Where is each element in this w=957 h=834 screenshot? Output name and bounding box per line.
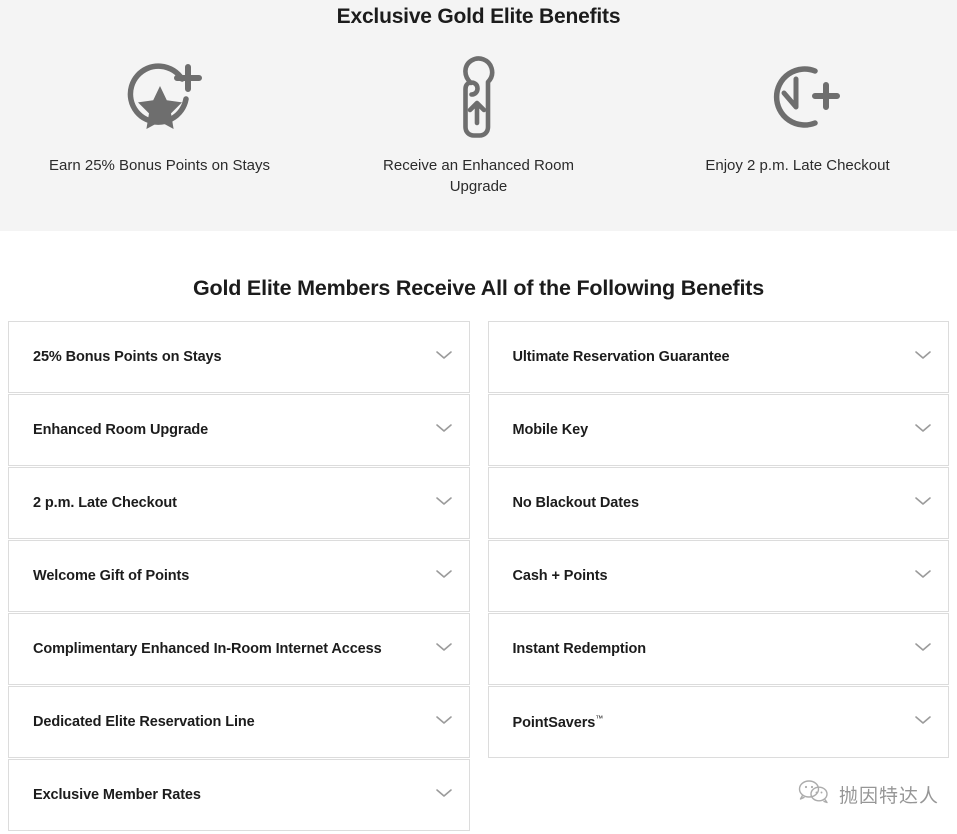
chevron-down-icon[interactable] xyxy=(435,640,453,658)
accordion-label: Complimentary Enhanced In-Room Internet … xyxy=(33,641,382,657)
accordion-label: Ultimate Reservation Guarantee xyxy=(512,349,730,365)
chevron-down-icon[interactable] xyxy=(914,713,932,731)
hero-highlight-bonus-points: Earn 25% Bonus Points on Stays xyxy=(0,53,319,197)
chevron-down-icon[interactable] xyxy=(914,640,932,658)
chevron-down-icon[interactable] xyxy=(435,348,453,366)
accordion-item-pointsavers[interactable]: PointSavers™ xyxy=(487,686,949,758)
chevron-down-icon[interactable] xyxy=(914,494,932,512)
hero-highlights: Earn 25% Bonus Points on Stays Receive a… xyxy=(0,53,957,197)
trademark-symbol: ™ xyxy=(595,713,604,723)
accordion-label: Instant Redemption xyxy=(512,641,647,657)
accordion-item-no-blackout-dates[interactable]: No Blackout Dates xyxy=(487,467,949,539)
benefits-page: Exclusive Gold Elite Benefits Earn 25% B… xyxy=(0,0,957,834)
chevron-down-icon[interactable] xyxy=(435,494,453,512)
star-circle-plus-icon xyxy=(116,53,204,141)
accordion-label: Cash + Points xyxy=(512,568,608,584)
accordion-item-internet-access[interactable]: Complimentary Enhanced In-Room Internet … xyxy=(8,613,470,685)
chevron-down-icon[interactable] xyxy=(435,713,453,731)
accordion-label: Welcome Gift of Points xyxy=(33,568,190,584)
benefits-column-right: Ultimate Reservation Guarantee Mobile Ke… xyxy=(487,321,949,831)
accordion-item-instant-redemption[interactable]: Instant Redemption xyxy=(487,613,949,685)
accordion-item-cash-plus-points[interactable]: Cash + Points xyxy=(487,540,949,612)
door-hanger-up-arrow-icon xyxy=(435,53,523,141)
hero-highlight-caption: Enjoy 2 p.m. Late Checkout xyxy=(705,157,890,174)
chevron-down-icon[interactable] xyxy=(914,348,932,366)
page-title: Exclusive Gold Elite Benefits xyxy=(336,5,621,28)
accordion-item-late-checkout[interactable]: 2 p.m. Late Checkout xyxy=(8,467,470,539)
accordion-item-reservation-guarantee[interactable]: Ultimate Reservation Guarantee xyxy=(487,321,949,393)
watermark: 抛因特达人 xyxy=(798,779,939,810)
chevron-down-icon[interactable] xyxy=(435,421,453,439)
accordion-item-bonus-points[interactable]: 25% Bonus Points on Stays xyxy=(8,321,470,393)
accordion-item-room-upgrade[interactable]: Enhanced Room Upgrade xyxy=(8,394,470,466)
section-heading: Gold Elite Members Receive All of the Fo… xyxy=(193,276,764,300)
accordion-label: 2 p.m. Late Checkout xyxy=(33,495,177,511)
accordion-label: PointSavers xyxy=(512,714,596,731)
benefits-column-left: 25% Bonus Points on Stays Enhanced Room … xyxy=(8,321,470,831)
accordion-label: No Blackout Dates xyxy=(512,495,640,511)
clock-plus-icon xyxy=(754,53,842,141)
benefits-section: Gold Elite Members Receive All of the Fo… xyxy=(0,231,957,834)
accordion-item-member-rates[interactable]: Exclusive Member Rates xyxy=(8,759,470,831)
accordion-item-mobile-key[interactable]: Mobile Key xyxy=(487,394,949,466)
hero-section: Exclusive Gold Elite Benefits Earn 25% B… xyxy=(0,0,957,231)
chevron-down-icon[interactable] xyxy=(914,567,932,585)
hero-highlight-caption: Earn 25% Bonus Points on Stays xyxy=(49,157,270,174)
chevron-down-icon[interactable] xyxy=(435,567,453,585)
accordion-label: 25% Bonus Points on Stays xyxy=(33,349,222,365)
accordion-label: Exclusive Member Rates xyxy=(33,787,201,803)
watermark-text: 抛因特达人 xyxy=(838,785,939,807)
hero-highlight-caption: Receive an Enhanced Room Upgrade xyxy=(383,157,574,195)
hero-highlight-room-upgrade: Receive an Enhanced Room Upgrade xyxy=(319,53,638,197)
chevron-down-icon[interactable] xyxy=(914,421,932,439)
accordion-item-welcome-gift[interactable]: Welcome Gift of Points xyxy=(8,540,470,612)
benefits-columns: 25% Bonus Points on Stays Enhanced Room … xyxy=(0,321,957,831)
accordion-label-wrapper: PointSavers™ xyxy=(513,714,604,731)
accordion-label: Mobile Key xyxy=(512,422,589,438)
chevron-down-icon[interactable] xyxy=(435,786,453,804)
wechat-logo-icon xyxy=(798,779,830,810)
hero-highlight-late-checkout: Enjoy 2 p.m. Late Checkout xyxy=(638,53,957,197)
accordion-item-elite-reservation-line[interactable]: Dedicated Elite Reservation Line xyxy=(8,686,470,758)
accordion-label: Dedicated Elite Reservation Line xyxy=(33,714,255,730)
accordion-label: Enhanced Room Upgrade xyxy=(33,422,209,438)
